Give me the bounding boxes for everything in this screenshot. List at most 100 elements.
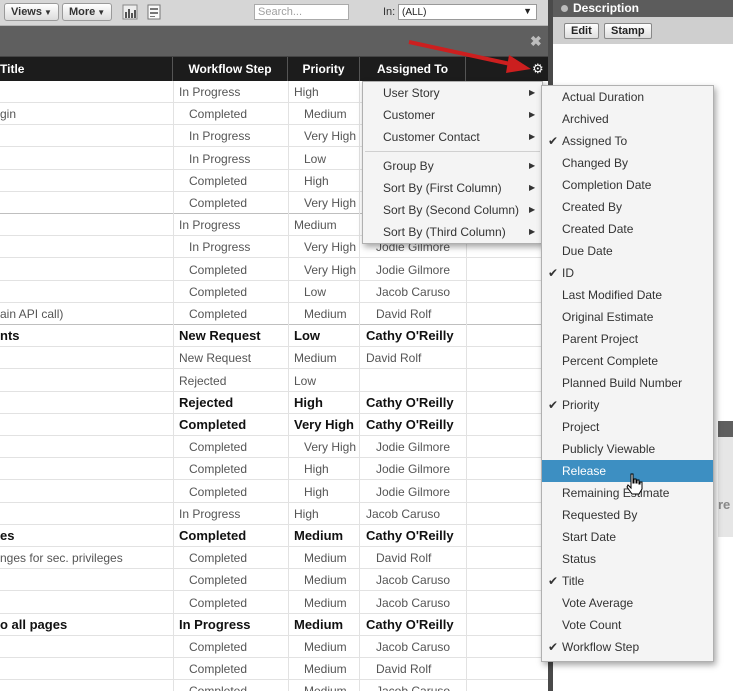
field-menu-label: Due Date: [562, 244, 613, 258]
edit-button[interactable]: Edit: [564, 23, 599, 39]
cell-workflow-step: In Progress: [189, 151, 251, 166]
column-header-priority[interactable]: Priority: [288, 57, 360, 81]
field-menu-label: Changed By: [562, 156, 629, 170]
cell-priority: High: [294, 85, 319, 99]
checkmark-icon: ✔: [548, 574, 559, 588]
menu-item[interactable]: Sort By (First Column) ▶: [363, 177, 542, 199]
cell-title: es: [0, 528, 15, 543]
menu-item[interactable]: Customer ▶: [363, 104, 542, 126]
field-menu-item[interactable]: Status: [542, 548, 713, 570]
field-menu-item[interactable]: Completion Date: [542, 174, 713, 196]
cell-assigned-to: Jodie Gilmore: [376, 440, 451, 455]
field-menu-label: Title: [562, 574, 585, 588]
field-menu-item[interactable]: ✔ Workflow Step: [542, 636, 713, 658]
collapse-icon[interactable]: [561, 5, 568, 12]
cell-workflow-step: Completed: [189, 262, 248, 277]
field-menu-item[interactable]: Due Date: [542, 240, 713, 262]
cell-assigned-to: David Rolf: [376, 307, 432, 321]
field-menu-item[interactable]: Vote Average: [542, 592, 713, 614]
cell-workflow-step: Completed: [189, 462, 248, 477]
field-menu-item[interactable]: ✔ Priority: [542, 394, 713, 416]
field-menu-item[interactable]: Actual Duration: [542, 86, 713, 108]
cell-assigned-to: Cathy O'Reilly: [366, 616, 454, 632]
column-header-workflow-step[interactable]: Workflow Step: [173, 57, 288, 81]
cell-title: [0, 592, 170, 614]
field-menu-label: Created By: [562, 200, 623, 214]
column-divider: [288, 81, 289, 691]
field-menu-label: Start Date: [562, 530, 617, 544]
field-menu-item[interactable]: ✔ ID: [542, 262, 713, 284]
cell-title: [0, 236, 170, 258]
submenu-arrow-icon: ▶: [529, 183, 536, 192]
field-menu-item[interactable]: ✔ Assigned To: [542, 130, 713, 152]
cell-workflow-step: Completed: [189, 680, 294, 691]
field-menu-item[interactable]: Created Date: [542, 218, 713, 240]
cell-assigned-to: Jacob Caruso: [376, 680, 476, 691]
cell-priority: Low: [294, 328, 320, 344]
checkmark-icon: ✔: [548, 266, 559, 280]
stamp-button[interactable]: Stamp: [604, 23, 652, 39]
cell-assigned-to: Jacob Caruso: [376, 573, 451, 588]
menu-item[interactable]: User Story ▶: [363, 82, 542, 104]
field-menu-item[interactable]: Changed By: [542, 152, 713, 174]
menu-item[interactable]: Group By ▶: [363, 155, 542, 177]
field-menu-item[interactable]: Archived: [542, 108, 713, 130]
in-select[interactable]: (ALL) ▼: [398, 4, 537, 20]
cell-title: [0, 81, 170, 103]
cell-title: [0, 481, 170, 503]
more-button[interactable]: More ▼: [62, 3, 113, 21]
menu-item[interactable]: Sort By (Second Column) ▶: [363, 199, 542, 221]
field-menu-item[interactable]: Vote Count: [542, 614, 713, 636]
field-menu-item[interactable]: Requested By: [542, 504, 713, 526]
field-menu-item[interactable]: Last Modified Date: [542, 284, 713, 306]
cell-assigned-to: Jacob Caruso: [376, 284, 451, 299]
cell-title: gin: [0, 107, 17, 122]
cell-workflow-step: Completed: [189, 307, 248, 321]
field-menu-label: Planned Build Number: [562, 376, 683, 390]
bar-chart-icon[interactable]: [122, 4, 138, 20]
hand-cursor-icon: [626, 473, 643, 495]
field-menu-label: ID: [562, 266, 574, 280]
menu-item[interactable]: Customer Contact ▶: [363, 126, 542, 148]
menu-item[interactable]: Sort By (Third Column) ▶: [363, 221, 542, 243]
submenu-arrow-icon: ▶: [529, 110, 536, 119]
column-header-title[interactable]: Title: [0, 57, 173, 81]
field-menu-item[interactable]: Original Estimate: [542, 306, 713, 328]
panel-area: re: [718, 437, 733, 537]
cell-workflow-step: Completed: [189, 640, 248, 654]
cell-workflow-step: In Progress: [179, 85, 241, 99]
report-icon[interactable]: [146, 4, 162, 20]
cell-title: [0, 347, 170, 369]
context-menu: User Story ▶ Customer ▶ Customer Contact ▶ Gro…: [362, 81, 543, 244]
views-button[interactable]: Views ▼: [4, 3, 59, 21]
field-menu-label: Remaining Estimate: [562, 486, 670, 500]
column-divider: [359, 81, 360, 691]
field-menu-item[interactable]: Planned Build Number: [542, 372, 713, 394]
cell-title: [0, 370, 170, 392]
cell-title: [0, 680, 170, 691]
field-menu-label: Priority: [562, 398, 600, 412]
checkmark-icon: ✔: [548, 134, 559, 148]
field-menu-item[interactable]: Publicly Viewable: [542, 438, 713, 460]
cell-workflow-step: In Progress: [179, 616, 251, 632]
cell-title: nges for sec. privileges: [0, 551, 123, 566]
cell-title: [0, 658, 170, 680]
field-menu-item[interactable]: Project: [542, 416, 713, 438]
field-menu-label: Release: [562, 464, 607, 478]
field-menu-label: Created Date: [562, 222, 634, 236]
field-menu-item[interactable]: Percent Complete: [542, 350, 713, 372]
field-menu-label: Requested By: [562, 508, 638, 522]
cell-title: nts: [0, 328, 20, 344]
field-menu-item[interactable]: Created By: [542, 196, 713, 218]
in-select-value: (ALL): [402, 7, 427, 18]
annotation-arrow-icon: [408, 40, 531, 73]
field-menu-item[interactable]: Parent Project: [542, 328, 713, 350]
search-input[interactable]: Search...: [254, 4, 349, 20]
in-label: In:: [383, 6, 396, 18]
description-header: Description: [553, 0, 733, 17]
description-toolbar: Edit Stamp: [553, 17, 733, 44]
field-menu-item[interactable]: ✔ Title: [542, 570, 713, 592]
submenu-arrow-icon: ▶: [529, 88, 536, 97]
field-menu-item[interactable]: Start Date: [542, 526, 713, 548]
field-menu-label: Project: [562, 420, 600, 434]
